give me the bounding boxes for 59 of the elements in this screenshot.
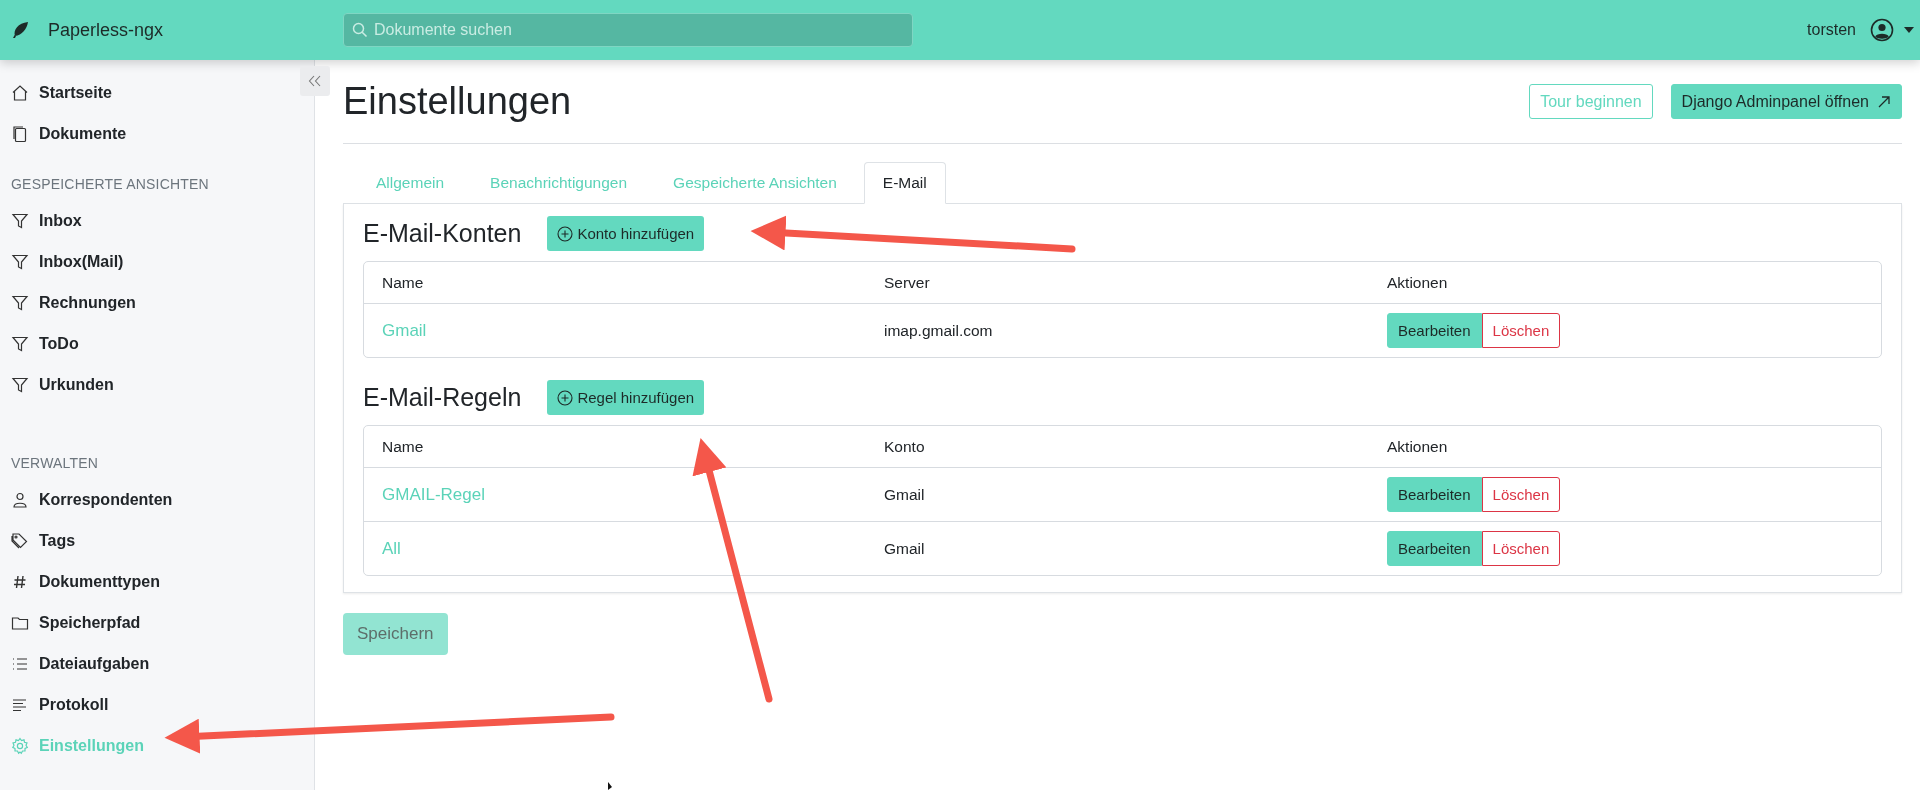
section-title: E-Mail-Konten — [363, 219, 522, 248]
column-header: Konto — [883, 437, 926, 456]
home-icon — [11, 83, 29, 102]
edit-button[interactable]: Bearbeiten — [1387, 531, 1482, 566]
app-name[interactable]: Paperless-ngx — [48, 19, 164, 41]
column-header: Name — [381, 437, 425, 456]
sidebar-item[interactable]: ToDo — [0, 323, 90, 364]
external-arrow-icon — [1877, 94, 1891, 109]
sidebar-item[interactable]: Tags — [0, 520, 87, 561]
double-chevron-left-icon — [308, 75, 322, 87]
column-header: Name — [381, 273, 425, 292]
sidebar-item[interactable]: Dokumente — [0, 113, 138, 154]
add-button[interactable]: Regel hinzufügen — [547, 380, 705, 415]
gear-icon — [11, 736, 29, 755]
admin-button[interactable]: Django Adminpanel öffnen — [1670, 84, 1902, 119]
column-header: Aktionen — [1386, 273, 1449, 292]
sidebar-item[interactable]: Protokoll — [0, 684, 120, 725]
sidebar-heading: VERWALTEN — [10, 454, 100, 473]
sidebar-item[interactable]: Rechnungen — [0, 282, 147, 323]
column-header: Aktionen — [1386, 437, 1449, 456]
caret-icon[interactable] — [1904, 27, 1914, 33]
sidebar-item[interactable]: Inbox — [0, 200, 93, 241]
sidebar-item[interactable]: Korrespondenten — [0, 479, 184, 520]
funnel-icon — [11, 211, 29, 230]
sidebar-item[interactable]: Inbox(Mail) — [0, 241, 135, 282]
plus-circle-icon — [557, 389, 574, 406]
table-cell-text: Gmail — [883, 485, 926, 504]
sidebar-item[interactable]: Startseite — [0, 72, 123, 113]
settings-tab[interactable]: E-Mail — [863, 162, 946, 204]
delete-button[interactable]: Löschen — [1481, 477, 1561, 512]
user-name[interactable]: torsten — [1807, 21, 1856, 39]
sidebar-item[interactable]: Dokumenttypen — [0, 561, 171, 602]
table-cell-text: Gmail — [883, 539, 926, 558]
person-icon — [11, 490, 29, 509]
table-cell-text: imap.gmail.com — [883, 321, 994, 340]
funnel-icon — [11, 252, 29, 271]
sidebar-heading: GESPEICHERTE ANSICHTEN — [10, 175, 210, 194]
column-header: Server — [883, 273, 931, 292]
user-avatar-icon[interactable] — [1870, 18, 1894, 42]
sidebar-item[interactable]: Urkunden — [0, 364, 125, 405]
mouse-cursor-icon — [608, 782, 612, 790]
delete-button[interactable]: Löschen — [1481, 531, 1561, 566]
documents-icon — [11, 124, 29, 143]
tag-icon — [11, 531, 29, 550]
edit-button[interactable]: Bearbeiten — [1387, 313, 1482, 348]
section-title: E-Mail-Regeln — [363, 383, 522, 412]
funnel-icon — [11, 375, 29, 394]
leaf-icon — [10, 20, 30, 40]
sidebar-item[interactable]: Dateiaufgaben — [0, 643, 161, 684]
funnel-icon — [11, 334, 29, 353]
add-button[interactable]: Konto hinzufügen — [547, 216, 705, 251]
collapse-sidebar-button[interactable] — [300, 66, 330, 96]
sidebar-item[interactable]: Speicherpfad — [0, 602, 152, 643]
page-title: Einstellungen — [343, 80, 572, 123]
plus-circle-icon — [557, 225, 574, 242]
edit-button[interactable]: Bearbeiten — [1387, 477, 1482, 512]
delete-button[interactable]: Löschen — [1481, 313, 1561, 348]
funnel-icon — [11, 293, 29, 312]
search-field[interactable]: Dokumente suchen — [343, 13, 913, 47]
